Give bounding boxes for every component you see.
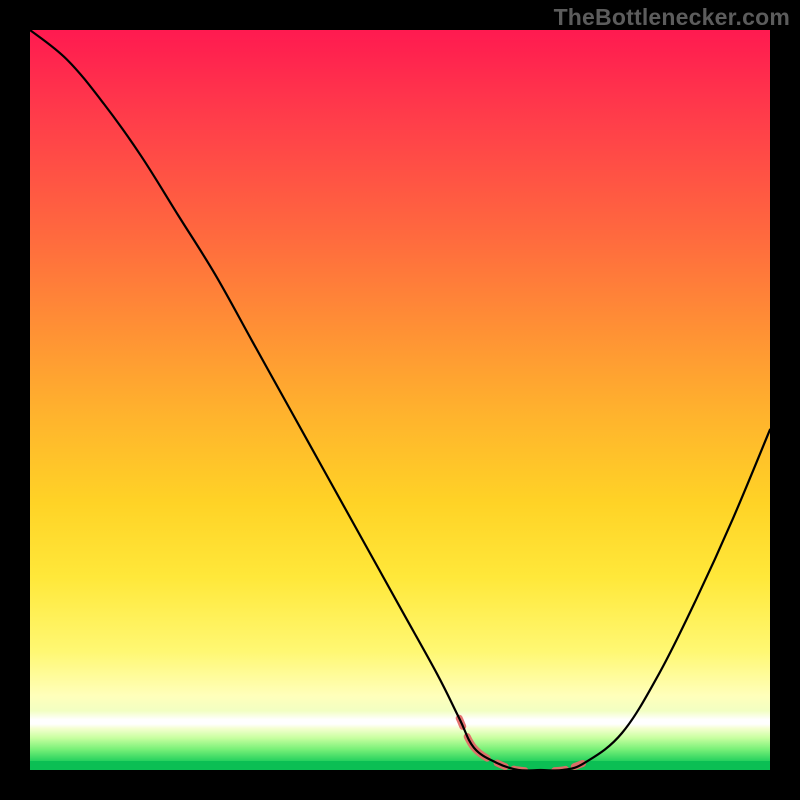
plot-area [30, 30, 770, 770]
bottleneck-curve [30, 30, 770, 770]
optimal-range-highlight [459, 718, 585, 770]
chart-frame: TheBottlenecker.com [0, 0, 800, 800]
watermark-text: TheBottlenecker.com [554, 4, 790, 31]
curve-svg [30, 30, 770, 770]
